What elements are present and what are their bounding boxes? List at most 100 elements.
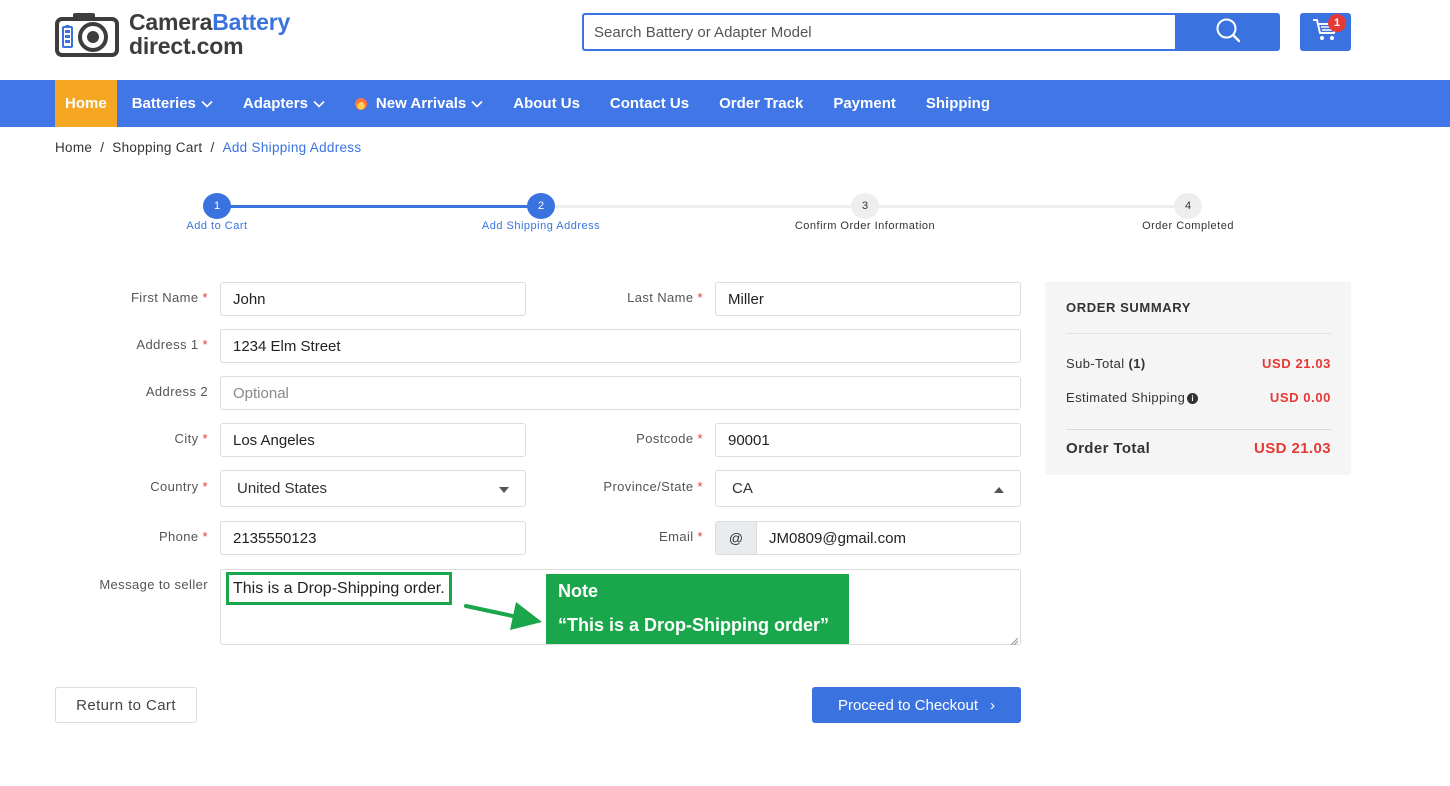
logo-text-camera: Camera (129, 9, 213, 35)
last-name-label: Last Name * (555, 290, 703, 305)
required-mark: * (697, 479, 703, 494)
required-mark: * (202, 529, 208, 544)
email-label: Email * (555, 529, 703, 544)
province-label-text: Province/State (603, 479, 694, 494)
first-name-input[interactable] (220, 282, 526, 316)
order-total-value: USD 21.03 (1254, 440, 1331, 457)
city-input[interactable] (220, 423, 526, 457)
address1-label-text: Address 1 (136, 337, 199, 352)
last-name-label-text: Last Name (627, 290, 694, 305)
province-select-value: CA (732, 480, 753, 497)
at-sign-addon: @ (715, 521, 756, 555)
province-select[interactable]: CA (715, 470, 1021, 507)
address2-label: Address 2 (60, 384, 208, 399)
step-label: Add Shipping Address (481, 220, 601, 232)
resize-handle-icon[interactable] (1010, 633, 1019, 651)
phone-label-text: Phone (158, 529, 199, 544)
order-summary-title: ORDER SUMMARY (1066, 300, 1192, 315)
required-mark: * (202, 479, 208, 494)
nav-item-label: Order Track (719, 95, 804, 112)
nav-item-new-arrivals[interactable]: New Arrivals (340, 80, 498, 127)
email-field: @ (715, 521, 1021, 555)
search-bar (582, 13, 1280, 51)
return-to-cart-button[interactable]: Return to Cart (55, 687, 197, 723)
cart-button[interactable]: 1 (1300, 13, 1351, 51)
cart-count-badge: 1 (1328, 14, 1346, 32)
address1-label: Address 1 * (60, 337, 208, 352)
chevron-down-icon (201, 100, 213, 108)
main-nav: Home Batteries Adapters New Arrivals Abo… (0, 80, 1450, 127)
subtotal-label: Sub-Total (1) (1066, 356, 1146, 371)
nav-item-shipping[interactable]: Shipping (911, 80, 1005, 127)
search-input[interactable] (582, 13, 1175, 51)
province-label: Province/State * (555, 479, 703, 494)
breadcrumb-separator: / (100, 140, 105, 155)
address2-input[interactable] (220, 376, 1021, 410)
divider (1066, 333, 1331, 334)
step-label: Confirm Order Information (794, 220, 936, 232)
nav-item-home[interactable]: Home (55, 80, 117, 127)
first-name-label-text: First Name (130, 290, 199, 305)
checkout-progress: 1 Add to Cart 2 Add Shipping Address 3 C… (0, 193, 1450, 238)
nav-item-label: Home (65, 95, 107, 112)
required-mark: * (202, 337, 208, 352)
breadcrumb-shopping-cart[interactable]: Shopping Cart (112, 140, 202, 155)
note-text: “This is a Drop-Shipping order” (558, 615, 830, 635)
last-name-input[interactable] (715, 282, 1021, 316)
logo-text-battery: Battery (212, 9, 291, 35)
nav-item-label: New Arrivals (375, 95, 467, 112)
nav-item-label: Payment (833, 95, 896, 112)
camera-battery-logo-icon (55, 11, 119, 57)
logo[interactable]: CameraBattery direct.com (55, 10, 290, 58)
required-mark: * (697, 431, 703, 446)
shipping-label-text: Estimated Shipping (1066, 390, 1186, 405)
nav-item-contact-us[interactable]: Contact Us (595, 80, 704, 127)
annotation-note: Note “This is a Drop-Shipping order” (546, 574, 849, 644)
step-label: Order Completed (1142, 220, 1234, 232)
country-select[interactable]: United States (220, 470, 526, 507)
nav-item-payment[interactable]: Payment (818, 80, 911, 127)
step-order-completed: 4 Order Completed (1088, 193, 1288, 232)
first-name-label: First Name * (60, 290, 208, 305)
required-mark: * (202, 431, 208, 446)
nav-item-label: Shipping (925, 95, 991, 112)
subtotal-row: Sub-Total (1) USD 21.03 (1066, 356, 1331, 371)
nav-item-batteries[interactable]: Batteries (117, 80, 228, 127)
fire-icon (354, 97, 367, 110)
required-mark: * (202, 290, 208, 305)
divider (1066, 429, 1331, 430)
message-label-text: Message to seller (99, 577, 208, 592)
country-label: Country * (60, 479, 208, 494)
postcode-input[interactable] (715, 423, 1021, 457)
address1-input[interactable] (220, 329, 1021, 363)
phone-input[interactable] (220, 521, 526, 555)
search-button[interactable] (1175, 13, 1280, 51)
shipping-value: USD 0.00 (1269, 390, 1331, 405)
order-summary-panel: ORDER SUMMARY Sub-Total (1) USD 21.03 Es… (1045, 282, 1351, 475)
note-title: Note (558, 581, 598, 601)
postcode-label-text: Postcode (636, 431, 694, 446)
breadcrumb-home[interactable]: Home (55, 140, 92, 155)
nav-item-about-us[interactable]: About Us (498, 80, 595, 127)
step-add-to-cart: 1 Add to Cart (117, 193, 317, 232)
nav-item-adapters[interactable]: Adapters (228, 80, 340, 127)
order-total-row: Order Total USD 21.03 (1066, 440, 1331, 457)
email-label-text: Email (659, 529, 694, 544)
proceed-to-checkout-button[interactable]: Proceed to Checkout › (812, 687, 1021, 723)
info-icon[interactable]: i (1187, 393, 1199, 405)
proceed-button-label: Proceed to Checkout (837, 696, 979, 714)
message-label: Message to seller (40, 577, 208, 592)
site-header: CameraBattery direct.com 1 (0, 0, 1450, 80)
breadcrumb: Home / Shopping Cart / Add Shipping Addr… (55, 140, 361, 155)
shipping-label: Estimated Shipping i (1066, 390, 1199, 405)
nav-item-label: Adapters (242, 95, 308, 112)
country-select-value: United States (237, 480, 328, 497)
chevron-down-icon (313, 100, 325, 108)
email-input[interactable] (756, 521, 1021, 555)
nav-item-order-track[interactable]: Order Track (704, 80, 818, 127)
step-number: 2 (527, 193, 555, 219)
subtotal-count: (1) (1128, 356, 1146, 371)
step-add-shipping-address: 2 Add Shipping Address (441, 193, 641, 232)
annotation-arrow-icon (462, 596, 546, 641)
phone-label: Phone * (60, 529, 208, 544)
